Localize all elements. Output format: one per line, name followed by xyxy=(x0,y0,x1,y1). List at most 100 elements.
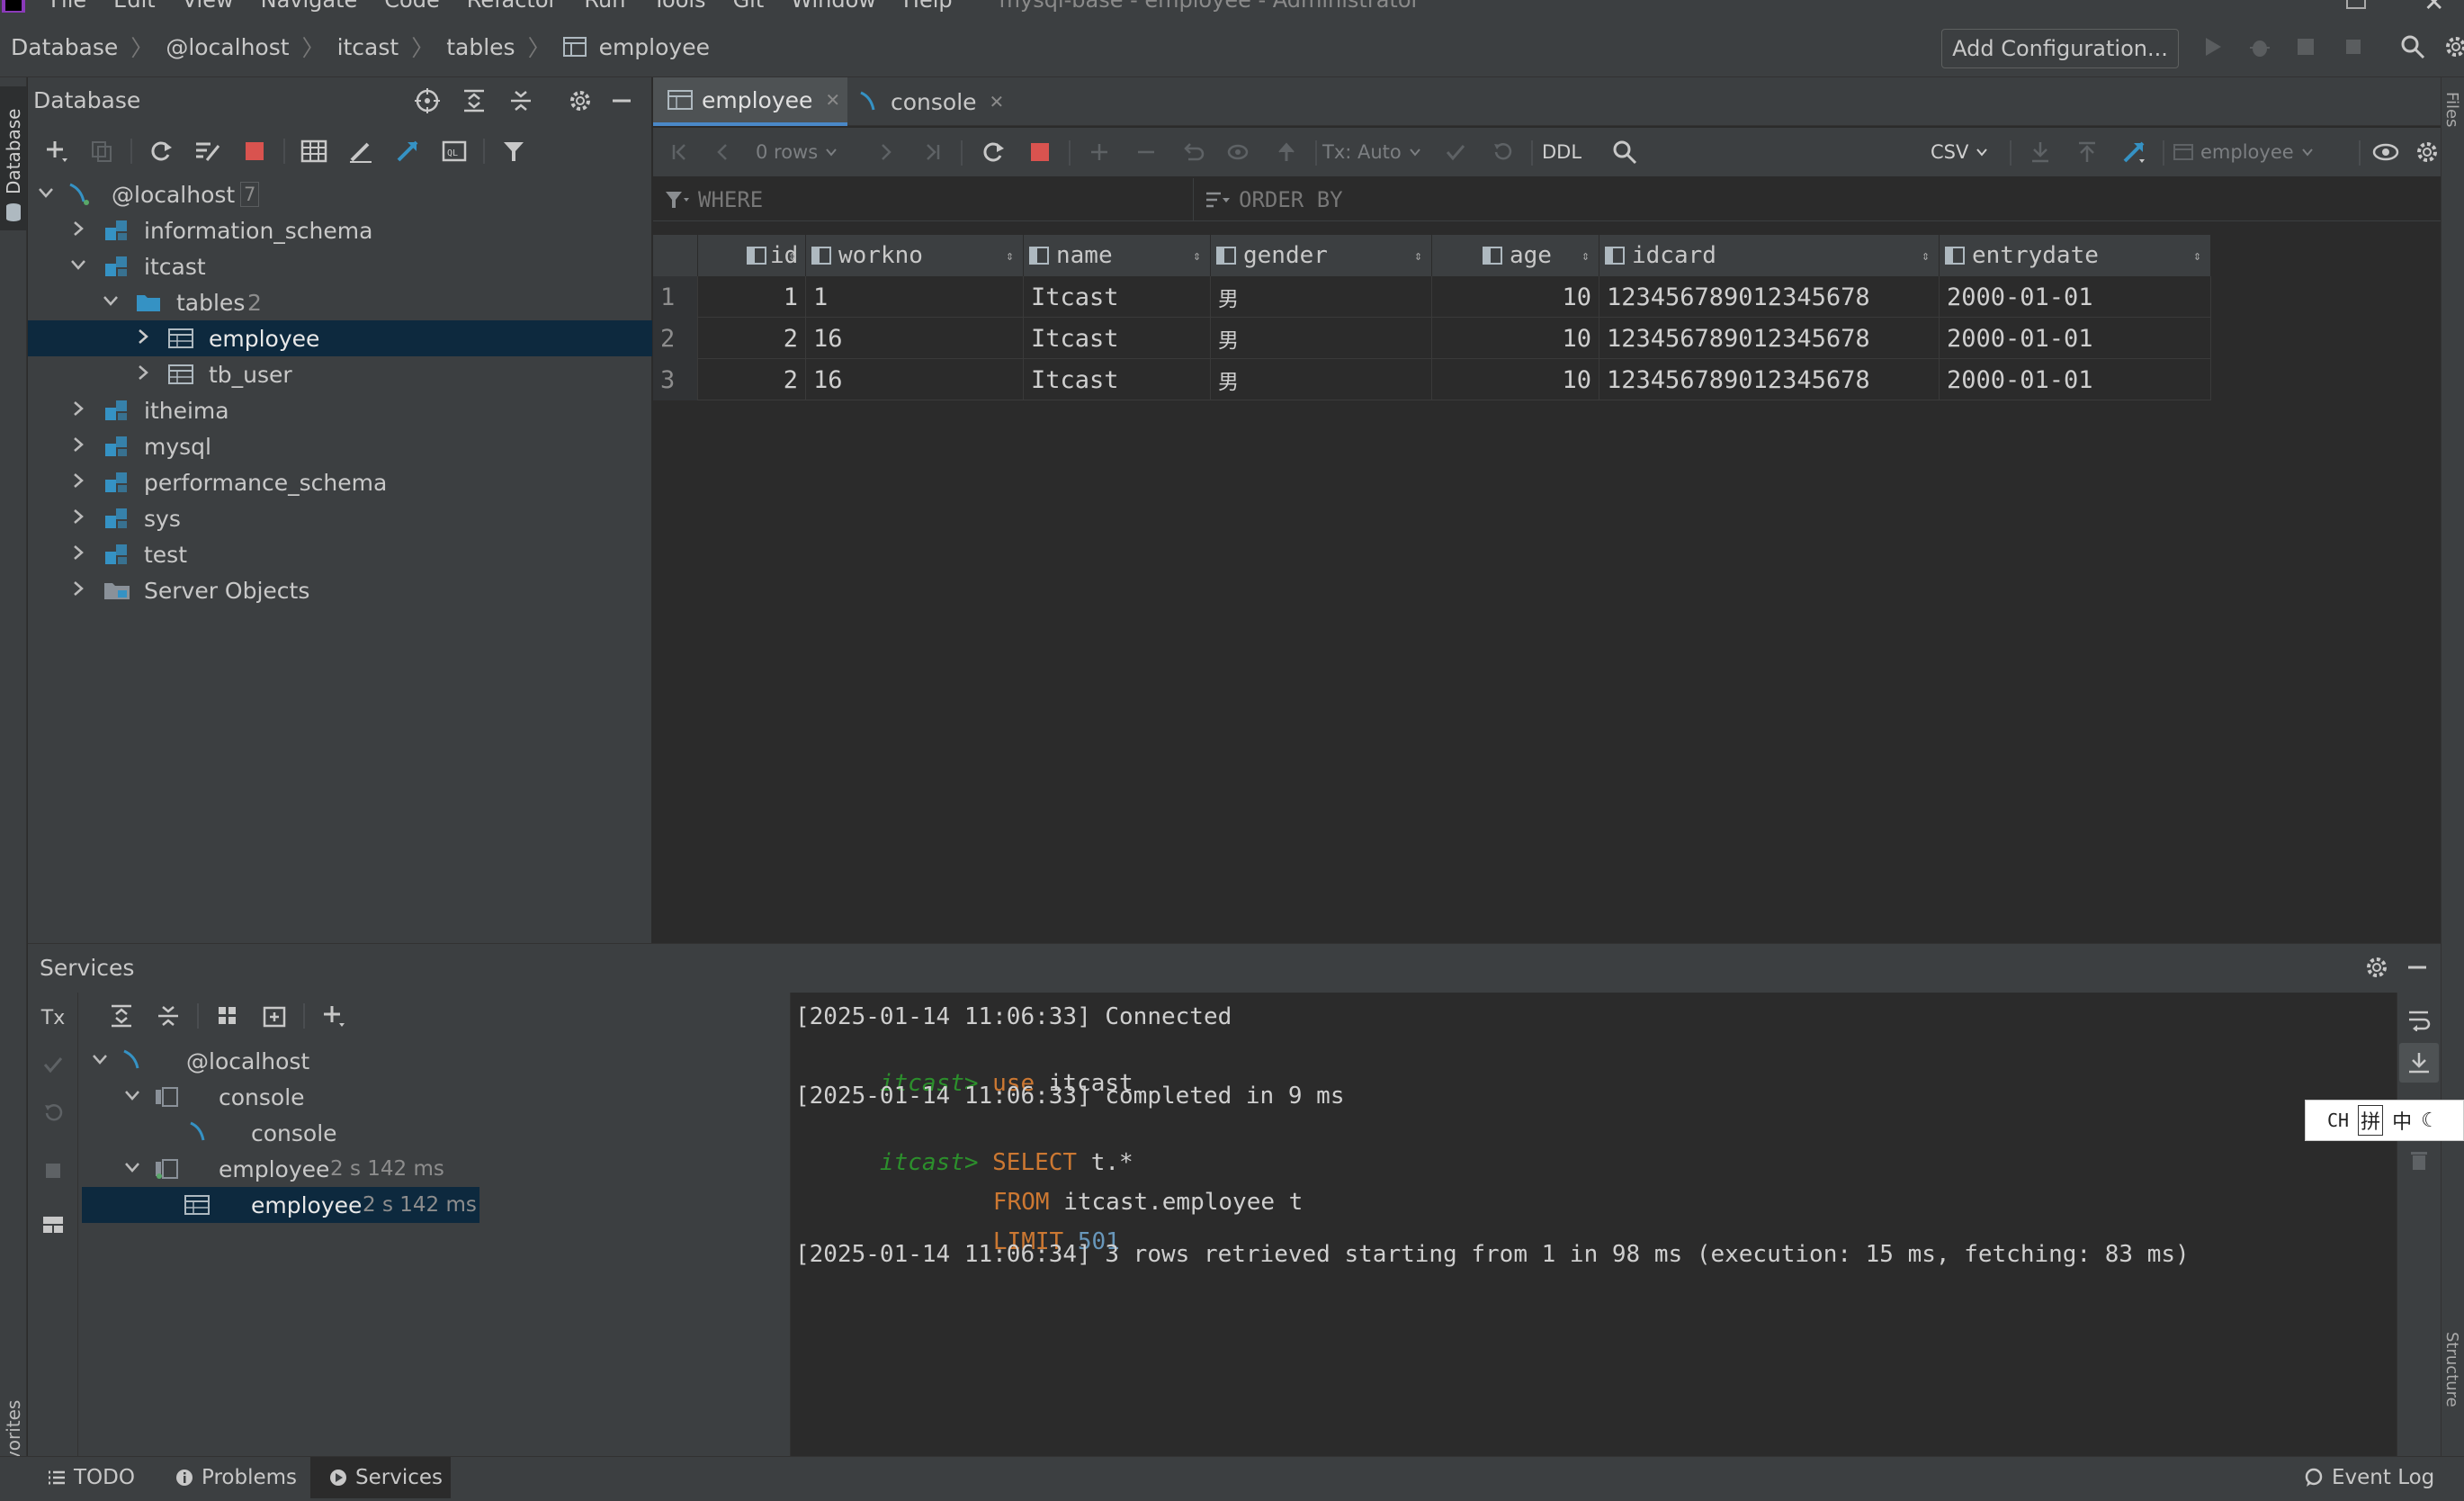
panel-settings-gear-icon[interactable] xyxy=(560,81,600,121)
tree-item-localhost[interactable]: @localhost 7 xyxy=(28,176,652,212)
cell-gender[interactable]: 男 xyxy=(1211,359,1432,400)
query-console-icon[interactable]: QL xyxy=(435,131,474,171)
commit-check-icon[interactable] xyxy=(33,1045,73,1084)
tree-item-server-objects[interactable]: Server Objects xyxy=(28,572,652,608)
target-table-dropdown[interactable]: employee xyxy=(2173,132,2314,172)
breadcrumb-schema[interactable]: itcast xyxy=(337,34,399,60)
menu-help[interactable]: Help xyxy=(903,0,953,13)
cancel-query-icon[interactable] xyxy=(1020,132,1060,172)
service-item-employee-group[interactable]: employee 2 s 142 ms xyxy=(82,1151,479,1187)
cell-gender[interactable]: 男 xyxy=(1211,318,1432,359)
tree-item-schema-itcast[interactable]: itcast xyxy=(28,248,652,284)
tx-button[interactable]: Tx xyxy=(33,998,73,1038)
breadcrumb-host[interactable]: @localhost xyxy=(166,34,289,60)
group-by-icon[interactable] xyxy=(208,996,247,1036)
cell-workno[interactable]: 1 xyxy=(806,276,1024,318)
todo-tab[interactable]: TODO xyxy=(47,1457,135,1498)
download-icon[interactable] xyxy=(2020,132,2060,172)
schema-edit-icon[interactable] xyxy=(188,131,228,171)
hide-services-icon[interactable] xyxy=(2397,948,2437,987)
tree-item-schema-mysql[interactable]: mysql xyxy=(28,428,652,464)
cell-idcard[interactable]: 123456789012345678 xyxy=(1599,318,1940,359)
rollback-icon[interactable] xyxy=(33,1093,73,1133)
run-icon[interactable] xyxy=(2193,27,2233,67)
column-header-age[interactable]: age ⇕ xyxy=(1432,235,1599,276)
cell-idcard[interactable]: 123456789012345678 xyxy=(1599,276,1940,318)
cell-workno[interactable]: 16 xyxy=(806,318,1024,359)
column-header-gender[interactable]: gender ⇕ xyxy=(1211,235,1432,276)
problems-tab[interactable]: Problems xyxy=(175,1457,297,1498)
menu-run[interactable]: Run xyxy=(584,0,625,13)
service-item-console-group[interactable]: console xyxy=(82,1079,479,1115)
scroll-to-end-icon[interactable] xyxy=(2399,1043,2439,1083)
rows-dropdown[interactable]: 0 rows xyxy=(756,132,838,172)
service-item-employee[interactable]: employee 2 s 142 ms xyxy=(82,1187,479,1223)
structure-tab-label[interactable]: Structure xyxy=(2442,1332,2461,1407)
cell-age[interactable]: 10 xyxy=(1432,318,1599,359)
menu-tools[interactable]: Tools xyxy=(652,0,705,13)
breadcrumb-database[interactable]: Database xyxy=(11,34,118,60)
menu-git[interactable]: Git xyxy=(733,0,765,13)
debug-icon[interactable] xyxy=(2240,27,2280,67)
table-row[interactable]: 1 1 1 Itcast 男 10 123456789012345678 200… xyxy=(653,276,2211,318)
coverage-icon[interactable] xyxy=(2287,27,2326,67)
database-tool-tab[interactable]: Database xyxy=(0,86,27,230)
add-row-icon[interactable] xyxy=(1080,132,1119,172)
tree-item-schema-information[interactable]: information_schema xyxy=(28,212,652,248)
menu-file[interactable]: File xyxy=(50,0,86,13)
grid-settings-gear-icon[interactable] xyxy=(2407,132,2447,172)
services-settings-gear-icon[interactable] xyxy=(2357,948,2397,987)
stop-red-icon[interactable] xyxy=(235,131,274,171)
tree-item-tables-folder[interactable]: tables 2 xyxy=(28,284,652,320)
breadcrumb-table[interactable]: employee xyxy=(599,34,710,60)
reload-icon[interactable] xyxy=(973,132,1013,172)
ime-language-label[interactable]: CH xyxy=(2327,1110,2349,1131)
cell-idcard[interactable]: 123456789012345678 xyxy=(1599,359,1940,400)
stop-icon[interactable] xyxy=(2334,27,2373,67)
close-tab-icon[interactable]: ✕ xyxy=(825,89,840,111)
column-header-id[interactable]: id ⇕ xyxy=(698,235,806,276)
refresh-icon[interactable] xyxy=(141,131,181,171)
ddl-button[interactable]: DDL xyxy=(1542,132,1581,172)
cell-entrydate[interactable]: 2000-01-01 xyxy=(1940,359,2211,400)
ime-moon-icon[interactable]: ☾ xyxy=(2421,1110,2439,1132)
menu-view[interactable]: View xyxy=(183,0,234,13)
tree-item-schema-sys[interactable]: sys xyxy=(28,500,652,536)
cell-name[interactable]: Itcast xyxy=(1024,276,1211,318)
edit-pencil-icon[interactable] xyxy=(341,131,381,171)
expand-all-icon[interactable] xyxy=(454,81,494,121)
export-format-dropdown[interactable]: CSV xyxy=(1931,132,1988,172)
compare-icon[interactable] xyxy=(2114,132,2154,172)
duplicate-icon[interactable] xyxy=(82,131,121,171)
add-configuration-button[interactable]: Add Configuration... xyxy=(1941,29,2179,68)
ime-chinese-label[interactable]: 中 xyxy=(2392,1106,2412,1135)
tx-mode-dropdown[interactable]: Tx: Auto xyxy=(1322,132,1421,172)
layout-icon[interactable] xyxy=(33,1205,73,1245)
tree-item-table-employee[interactable]: employee xyxy=(28,320,652,356)
tree-item-schema-performance[interactable]: performance_schema xyxy=(28,464,652,500)
console-output[interactable]: [2025-01-14 11:06:33] Connected itcast> … xyxy=(790,993,2424,1457)
cell-age[interactable]: 10 xyxy=(1432,359,1599,400)
delete-row-icon[interactable] xyxy=(1126,132,1166,172)
expand-all-icon[interactable] xyxy=(102,996,141,1036)
revert-icon[interactable] xyxy=(1173,132,1213,172)
files-tab-label[interactable]: Files xyxy=(2442,92,2461,128)
event-log-tab[interactable]: Event Log xyxy=(2303,1457,2434,1498)
tree-item-schema-itheima[interactable]: itheima xyxy=(28,392,652,428)
tab-console[interactable]: console ✕ xyxy=(849,77,1029,126)
ime-pinyin-label[interactable]: 拼 xyxy=(2358,1105,2384,1136)
table-row[interactable]: 3 2 16 Itcast 男 10 123456789012345678 20… xyxy=(653,359,2211,400)
table-row[interactable]: 2 2 16 Itcast 男 10 123456789012345678 20… xyxy=(653,318,2211,359)
cell-id[interactable]: 2 xyxy=(698,318,806,359)
menu-window[interactable]: Window xyxy=(791,0,876,13)
tab-employee[interactable]: employee ✕ xyxy=(653,77,847,126)
ime-toolbar[interactable]: CH 拼 中 ☾ xyxy=(2305,1100,2464,1141)
add-icon[interactable] xyxy=(37,131,76,171)
close-window-icon[interactable]: ✕ xyxy=(2424,0,2444,16)
collapse-all-icon[interactable] xyxy=(148,996,188,1036)
cell-name[interactable]: Itcast xyxy=(1024,318,1211,359)
maximize-icon[interactable] xyxy=(2346,0,2366,9)
tree-item-schema-test[interactable]: test xyxy=(28,536,652,572)
cell-workno[interactable]: 16 xyxy=(806,359,1024,400)
upload-icon[interactable] xyxy=(2067,132,2107,172)
